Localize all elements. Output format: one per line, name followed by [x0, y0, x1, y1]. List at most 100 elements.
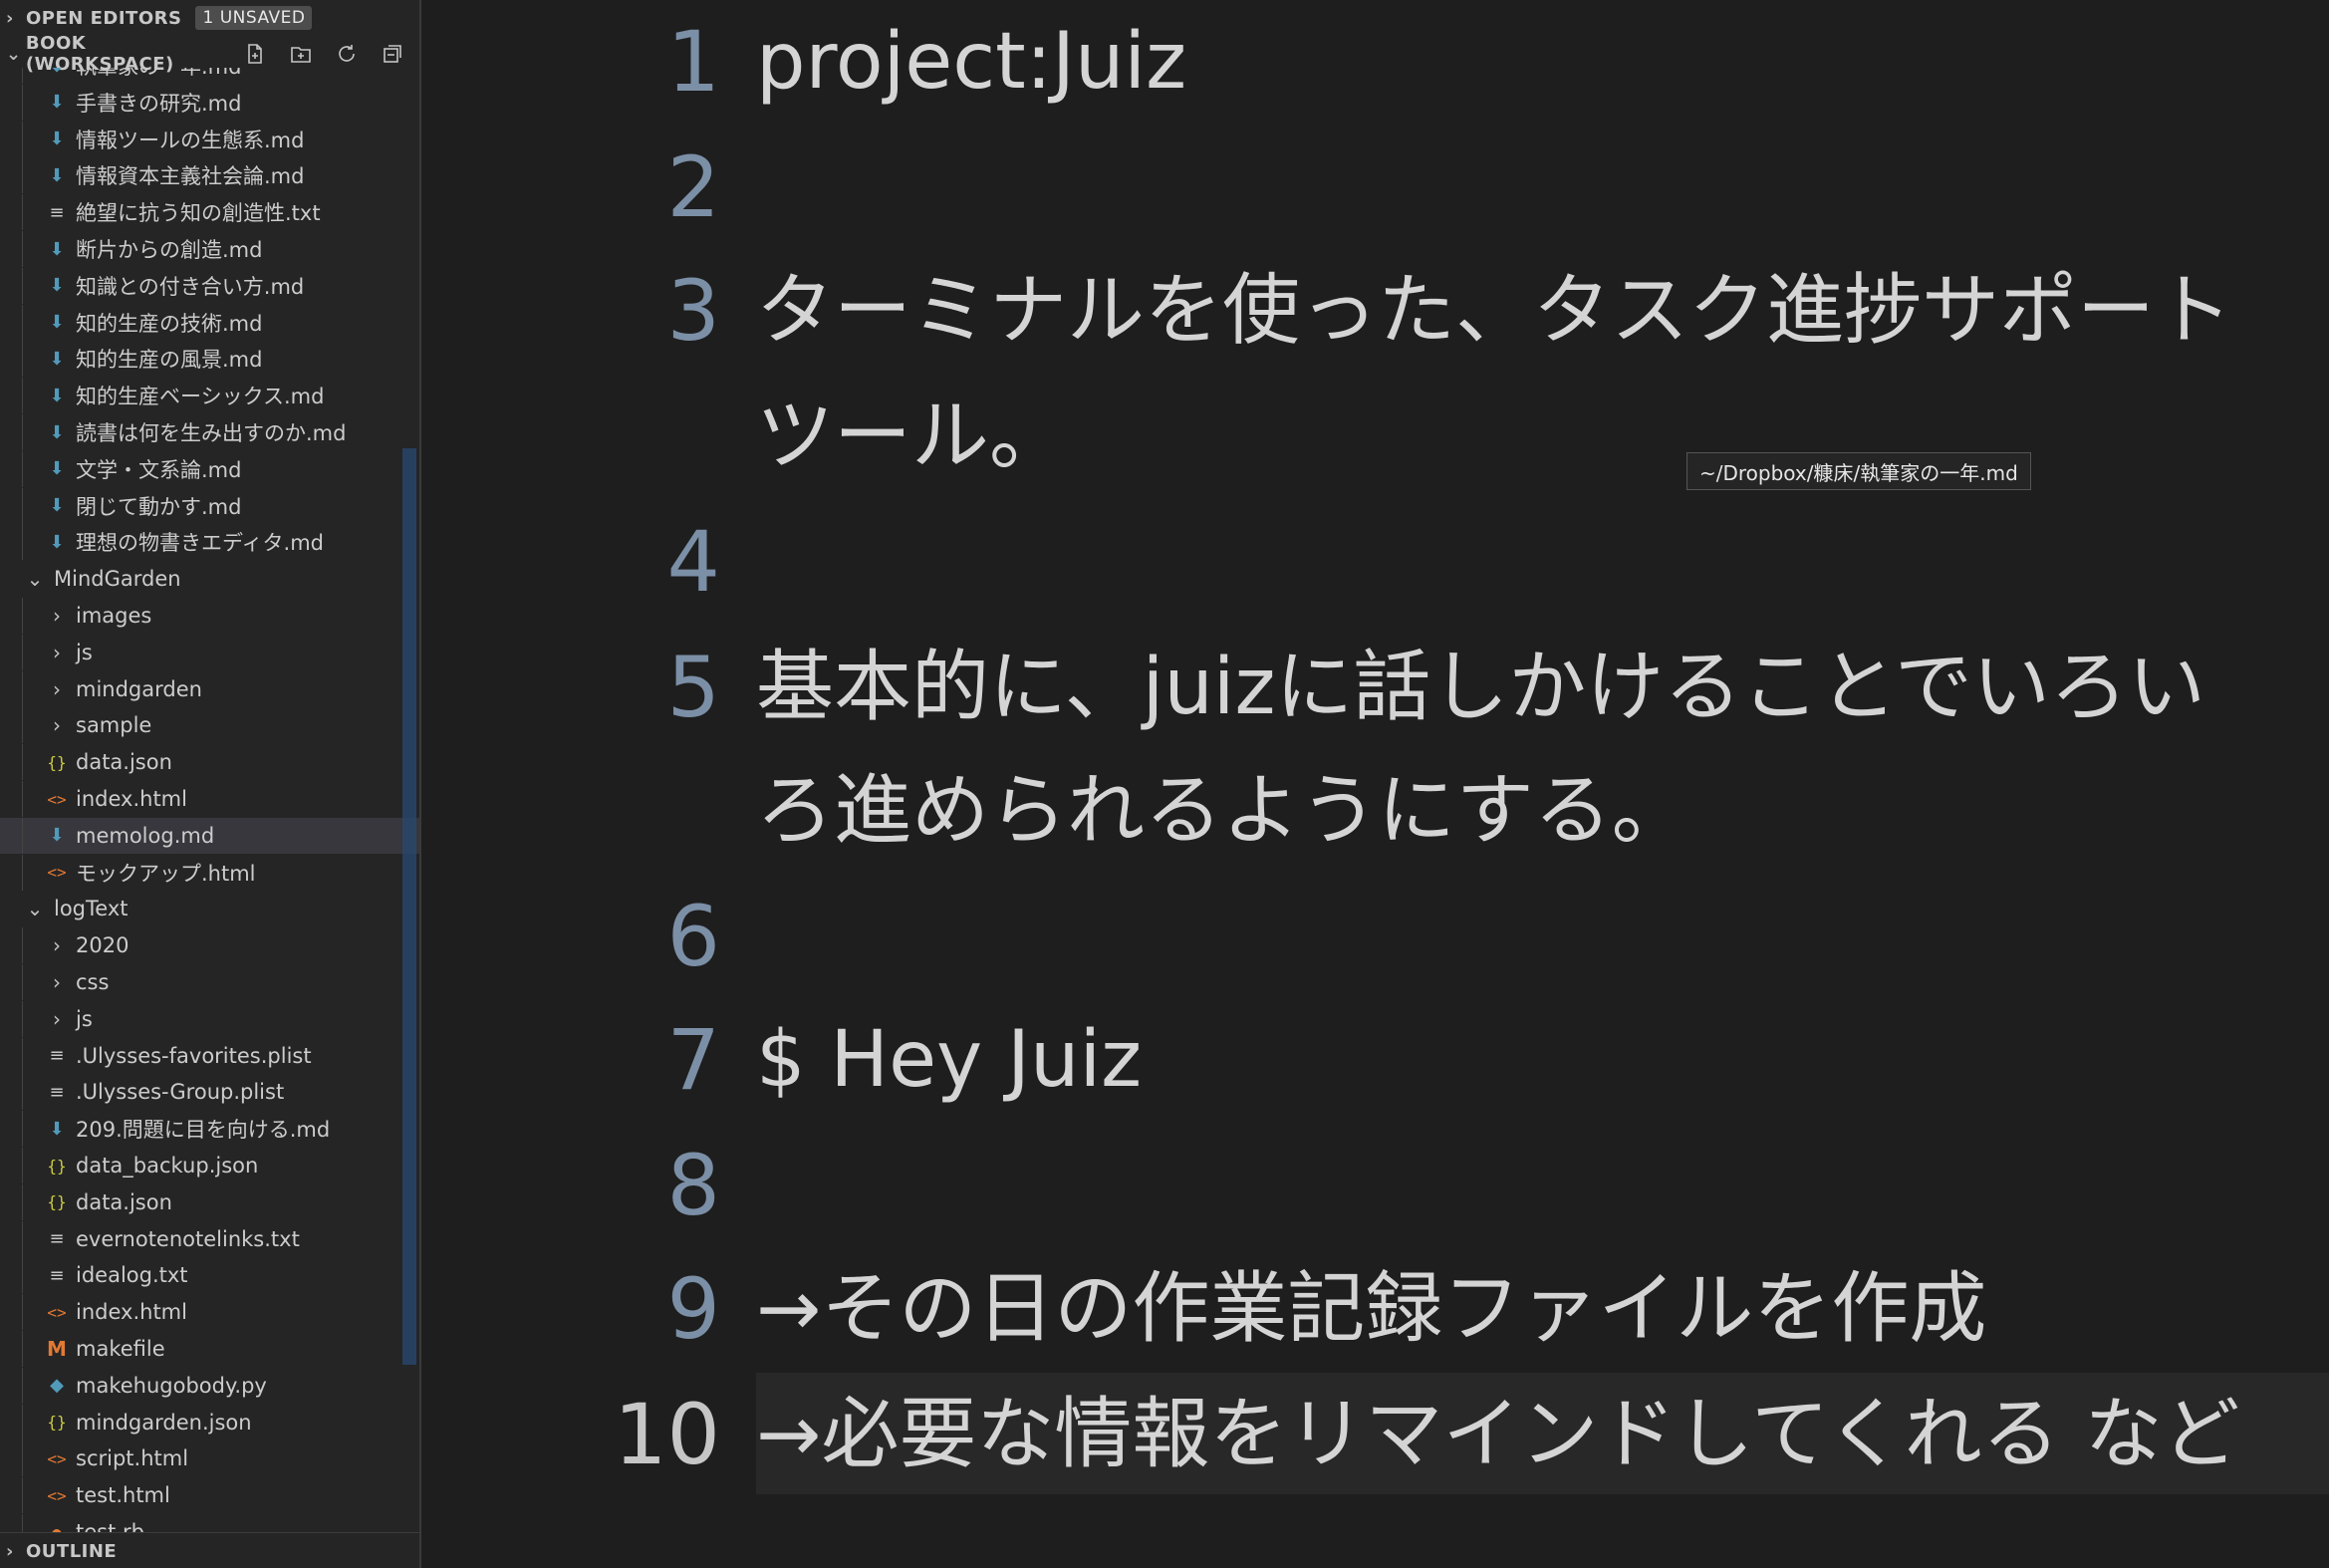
new-folder-icon[interactable]: [286, 41, 316, 67]
indent-guide: [22, 1294, 23, 1331]
tree-file[interactable]: ⬇ 知識との付き合い方.md: [0, 267, 419, 304]
tree-folder[interactable]: › mindgarden: [0, 670, 419, 707]
line-number: 1: [666, 13, 720, 111]
tree-file[interactable]: ⬇ 読書は何を生み出すのか.md: [0, 414, 419, 450]
tree-file[interactable]: ⬇ memolog.md: [0, 817, 419, 854]
markdown-file-icon: ⬇: [49, 495, 65, 517]
new-file-icon[interactable]: [240, 41, 270, 67]
tree-folder[interactable]: › 2020: [0, 927, 419, 964]
tree-file[interactable]: Mmakefile: [0, 1331, 419, 1367]
markdown-file-icon: ⬇: [49, 164, 65, 186]
indent-guide: [22, 1514, 23, 1534]
tree-folder[interactable]: › css: [0, 964, 419, 1000]
tree-file[interactable]: ⬇ 情報ツールの生態系.md: [0, 121, 419, 157]
open-editors-header[interactable]: › OPEN EDITORS 1 UNSAVED: [0, 0, 419, 36]
workspace-header[interactable]: ⌄ BOOK (WORKSPACE): [0, 33, 419, 75]
indent-guide: [22, 1148, 23, 1183]
tree-file[interactable]: {} data_backup.json: [0, 1148, 419, 1183]
markdown-file-icon: ⬇: [49, 129, 65, 150]
tree-file[interactable]: ⬇ 知的生産の風景.md: [0, 341, 419, 378]
code-line-wrap[interactable]: ツール。: [756, 387, 1067, 486]
tree-file[interactable]: ⬇ 執筆家の一年.md: [0, 68, 419, 84]
json-file-icon: {}: [47, 752, 67, 772]
tree-file[interactable]: ● test.rb: [0, 1514, 419, 1534]
outline-title: OUTLINE: [26, 1540, 118, 1562]
code-line-current[interactable]: →必要な情報をリマインドしてくれる など: [756, 1385, 2239, 1484]
tree-folder[interactable]: ⌄ logText: [0, 891, 419, 926]
text-file-icon: ≡: [49, 201, 65, 223]
sidebar-scrollbar[interactable]: [402, 448, 416, 1365]
line-number: 7: [666, 1011, 720, 1109]
indent-guide: [22, 1000, 23, 1037]
chevron-down-icon: ⌄: [26, 897, 44, 921]
tree-file[interactable]: <> test.html: [0, 1477, 419, 1514]
indent-guide: [22, 194, 23, 231]
tree-file[interactable]: ⬇ 文学・文系論.md: [0, 450, 419, 487]
text-file-icon: ≡: [49, 1264, 65, 1286]
indent-guide: [22, 487, 23, 524]
tree-file[interactable]: ⬇ 理想の物書きエディタ.md: [0, 524, 419, 561]
tree-item-label: 知識との付き合い方.md: [76, 274, 305, 299]
chevron-down-icon: ⌄: [6, 43, 22, 65]
editor-pane[interactable]: 1 2 3 4 5 6 7 8 9 10 project:Juiz ターミナルを…: [421, 0, 2329, 1568]
line-number: 2: [666, 138, 720, 236]
tree-file[interactable]: <> index.html: [0, 781, 419, 817]
tree-file[interactable]: ⬇ 知的生産ベーシックス.md: [0, 378, 419, 414]
tree-file[interactable]: ≡ 絶望に抗う知の創造性.txt: [0, 194, 419, 231]
tree-folder[interactable]: › js: [0, 1000, 419, 1037]
tree-file[interactable]: ≡ .Ulysses-Group.plist: [0, 1074, 419, 1111]
tree-file[interactable]: ⬇ 閉じて動かす.md: [0, 487, 419, 524]
code-line-wrap[interactable]: ろ進められるようにする。: [756, 761, 1689, 861]
refresh-icon[interactable]: [332, 41, 362, 67]
tree-item-label: memolog.md: [76, 823, 215, 848]
tree-file[interactable]: ≡ idealog.txt: [0, 1257, 419, 1294]
chevron-right-icon: ›: [6, 7, 14, 29]
tree-folder[interactable]: › js: [0, 634, 419, 670]
tree-file[interactable]: ⬇ 断片からの創造.md: [0, 231, 419, 267]
code-line[interactable]: →その日の作業記録ファイルを作成: [756, 1259, 1986, 1359]
markdown-file-icon: ⬇: [49, 825, 65, 847]
indent-guide: [22, 157, 23, 194]
tree-file[interactable]: ⬇ 知的生産の技術.md: [0, 304, 419, 341]
indent-guide: [22, 1477, 23, 1514]
html-file-icon: <>: [47, 1485, 67, 1505]
indent-guide: [22, 634, 23, 670]
tree-file[interactable]: ≡ .Ulysses-favorites.plist: [0, 1037, 419, 1074]
json-file-icon: {}: [47, 1413, 67, 1433]
tree-file[interactable]: <> モックアップ.html: [0, 854, 419, 891]
code-line[interactable]: project:Juiz: [756, 12, 1186, 112]
tree-file[interactable]: ≡ evernotenotelinks.txt: [0, 1220, 419, 1257]
tree-file[interactable]: <> index.html: [0, 1294, 419, 1331]
tree-file[interactable]: {} data.json: [0, 1183, 419, 1220]
code-line[interactable]: $ Hey Juiz: [756, 1010, 1142, 1110]
tree-item-label: 2020: [76, 933, 129, 958]
collapse-all-icon[interactable]: [378, 41, 407, 67]
text-file-icon: ≡: [49, 1045, 65, 1067]
tree-folder[interactable]: ⌄ MindGarden: [0, 561, 419, 597]
code-line[interactable]: ターミナルを使った、タスク進捗サポート: [756, 261, 2232, 361]
chevron-right-icon: ›: [53, 1006, 61, 1031]
tree-item-label: .Ulysses-favorites.plist: [76, 1043, 312, 1068]
tree-file[interactable]: <> script.html: [0, 1440, 419, 1477]
code-line[interactable]: 基本的に、juizに話しかけることでいろい: [756, 638, 2205, 737]
tree-folder[interactable]: › images: [0, 598, 419, 634]
tree-folder[interactable]: › sample: [0, 707, 419, 744]
tree-file[interactable]: ⬇ 209.問題に目を向ける.md: [0, 1111, 419, 1148]
tree-file[interactable]: ⬇ 情報資本主義社会論.md: [0, 157, 419, 194]
tree-item-label: .Ulysses-Group.plist: [76, 1080, 285, 1105]
chevron-down-icon: ⌄: [26, 567, 44, 592]
tree-file[interactable]: {} mindgarden.json: [0, 1404, 419, 1440]
tree-file[interactable]: {} data.json: [0, 744, 419, 781]
markdown-file-icon: ⬇: [49, 275, 65, 297]
chevron-right-icon: ›: [53, 713, 61, 738]
tree-item-label: MindGarden: [54, 567, 181, 592]
markdown-file-icon: ⬇: [49, 531, 65, 553]
tree-file[interactable]: ◆ makehugobody.py: [0, 1367, 419, 1404]
tree-file[interactable]: ⬇ 手書きの研究.md: [0, 84, 419, 121]
html-file-icon: <>: [47, 1448, 67, 1468]
line-number: 5: [666, 639, 720, 736]
outline-header[interactable]: › OUTLINE: [0, 1532, 419, 1568]
markdown-file-icon: ⬇: [49, 348, 65, 370]
indent-guide: [22, 854, 23, 891]
indent-guide: [22, 450, 23, 487]
